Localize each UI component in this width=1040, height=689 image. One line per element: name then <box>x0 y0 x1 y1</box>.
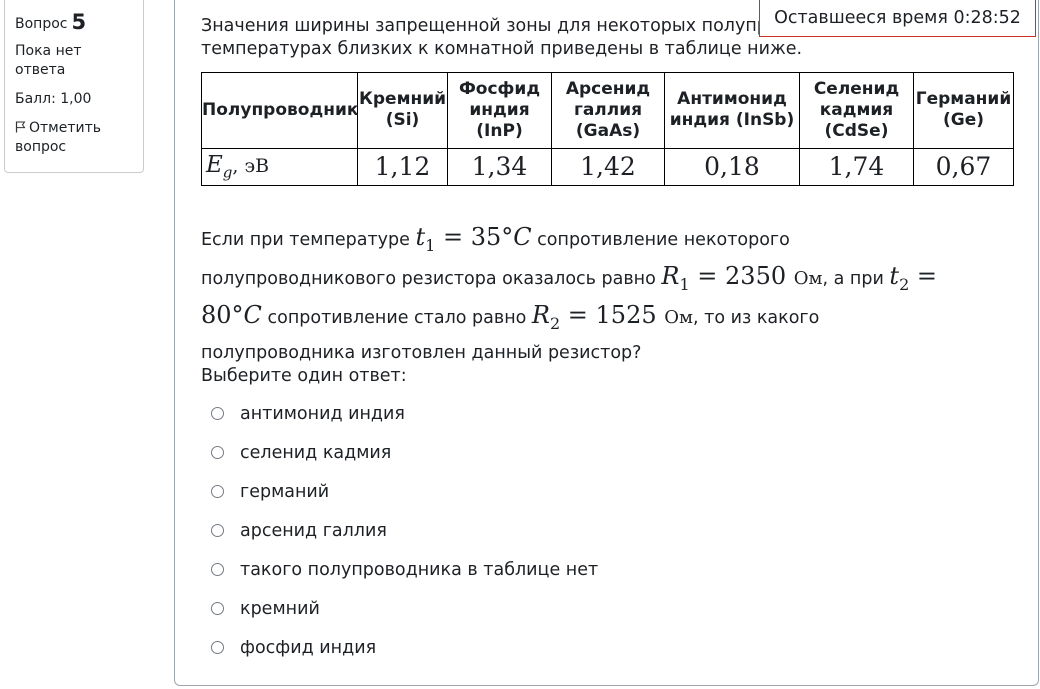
answer-option[interactable]: селенид кадмия <box>209 433 598 472</box>
r1-sub: 1 <box>679 274 690 294</box>
answer-option-label[interactable]: фосфид индия <box>240 638 376 658</box>
table-header-cell: Фосфид индия (InP) <box>447 72 552 149</box>
time-remaining: Оставшееся время 0:28:52 <box>759 0 1036 37</box>
answer-state: Пока нет ответа <box>15 43 82 78</box>
r1-value: = 2350 <box>689 261 794 290</box>
answer-option-label[interactable]: селенид кадмия <box>240 443 391 463</box>
answer-option[interactable]: арсенид галлия <box>209 511 598 550</box>
table-cell: 1,74 <box>799 147 914 187</box>
table-header-cell: Германий (Ge) <box>913 72 1014 149</box>
flag-label: Отметить вопрос <box>15 120 102 155</box>
t1-value: = 35° <box>435 223 514 251</box>
table-cell: 0,67 <box>913 147 1014 187</box>
radio-icon[interactable] <box>211 446 224 459</box>
r2-sub: 2 <box>549 313 561 333</box>
radio-icon[interactable] <box>211 407 224 420</box>
table-row: Eg, эВ 1,12 1,34 1,42 0,18 1,74 0,67 <box>201 147 1014 187</box>
answer-option-label[interactable]: кремний <box>240 599 320 619</box>
table-header-cell: Полупроводник <box>201 72 358 149</box>
problem-part: Если при температуре <box>201 230 416 250</box>
t2-sub: 2 <box>899 274 910 294</box>
table-header-row: Полупроводник Кремний (Si) Фосфид индия … <box>201 72 1014 149</box>
semiconductor-table: Полупроводник Кремний (Si) Фосфид индия … <box>201 72 1014 187</box>
t1-symbol: t <box>415 223 426 251</box>
t1-sub: 1 <box>425 235 436 255</box>
question-number: Вопрос 5 <box>15 8 133 37</box>
question-info-panel: Вопрос 5 Пока нет ответа Балл: 1,00 Отмет… <box>4 0 144 173</box>
r2-value: = 1525 <box>560 300 665 329</box>
answer-option-label[interactable]: германий <box>240 482 329 502</box>
radio-icon[interactable] <box>211 641 224 654</box>
eg-symbol: E <box>206 152 223 179</box>
flag-question-link[interactable]: Отметить вопрос <box>15 119 133 157</box>
intro-line-2: температурах близких к комнатной приведе… <box>201 39 803 59</box>
radio-icon[interactable] <box>211 602 224 615</box>
answer-option[interactable]: кремний <box>209 589 598 628</box>
table-header-cell: Антимонид индия (InSb) <box>664 72 800 149</box>
answer-option[interactable]: фосфид индия <box>209 628 598 667</box>
eg-unit: , эВ <box>232 155 270 178</box>
answer-option-label[interactable]: арсенид галлия <box>240 521 387 541</box>
r2-symbol: R <box>531 300 550 329</box>
grade-text: Балл: 1,00 <box>15 91 92 107</box>
table-cell: 1,12 <box>357 147 448 187</box>
table-header-cell: Арсенид галлия (GaAs) <box>551 72 665 149</box>
radio-icon[interactable] <box>211 485 224 498</box>
radio-icon[interactable] <box>211 524 224 537</box>
r1-symbol: R <box>661 261 680 290</box>
table-header-cell: Селенид кадмия (CdSe) <box>799 72 914 149</box>
t1-unit: C <box>513 223 532 251</box>
r2-unit: Ом <box>664 306 694 328</box>
band-gap-label: Eg, эВ <box>201 147 358 187</box>
question-number-value: 5 <box>71 10 87 34</box>
r1-unit: Ом <box>793 267 823 289</box>
answer-option[interactable]: такого полупроводника в таблице нет <box>209 550 598 589</box>
answer-options: антимонид индия селенид кадмия германий … <box>209 394 598 667</box>
flag-icon <box>15 120 26 133</box>
answer-option[interactable]: германий <box>209 472 598 511</box>
r2-formula: R2 = 1525 <box>531 300 665 333</box>
problem-part: сопротивление стало равно <box>261 307 532 328</box>
t2-unit: C <box>243 300 262 329</box>
table-cell: 0,18 <box>664 147 800 187</box>
table-header-cell: Кремний (Si) <box>357 72 448 149</box>
answer-option-label[interactable]: антимонид индия <box>240 404 405 424</box>
answer-option[interactable]: антимонид индия <box>209 394 598 433</box>
r1-formula: R1 = 2350 <box>661 261 794 294</box>
question-label: Вопрос <box>15 16 68 32</box>
table-cell: 1,42 <box>551 147 665 187</box>
answer-prompt: Выберите один ответ: <box>201 366 407 386</box>
t2-symbol: t <box>889 261 900 290</box>
question-content: Значения ширины запрещенной зоны для нек… <box>174 0 1039 686</box>
problem-part: , а при <box>822 268 890 289</box>
eg-subscript: g <box>222 163 233 182</box>
t1-formula: t1 = 35°C <box>415 223 532 255</box>
problem-text: Если при температуре t1 = 35°C сопротивл… <box>201 222 961 368</box>
radio-icon[interactable] <box>211 563 224 576</box>
answer-option-label[interactable]: такого полупроводника в таблице нет <box>240 560 598 580</box>
table-cell: 1,34 <box>447 147 552 187</box>
